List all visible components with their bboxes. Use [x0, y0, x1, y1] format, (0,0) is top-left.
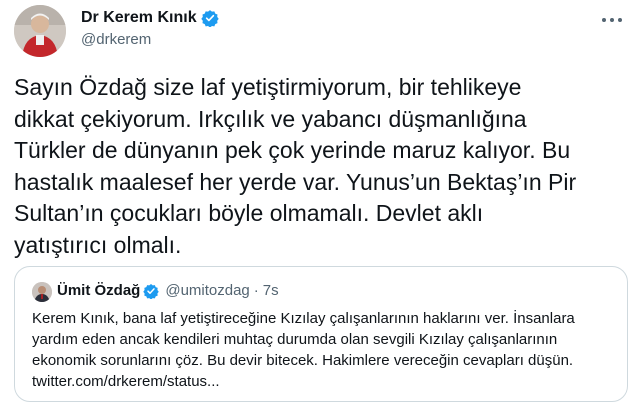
- more-options-icon[interactable]: [598, 10, 626, 30]
- author-name-row: Dr Kerem Kınık: [81, 9, 219, 28]
- author-avatar[interactable]: [14, 5, 66, 57]
- tweet-text: Sayın Özdağ size laf yetiştirmiyorum, bi…: [14, 74, 577, 258]
- tweet-card: Dr Kerem Kınık @drkerem Sayın Özdağ size…: [0, 0, 640, 407]
- verified-badge-icon: [143, 283, 160, 299]
- quoted-avatar-image: [32, 282, 52, 302]
- more-dot: [602, 18, 606, 22]
- more-dot: [610, 18, 614, 22]
- verified-badge-icon: [200, 9, 219, 28]
- more-dot: [618, 18, 622, 22]
- quoted-author-avatar[interactable]: [32, 282, 52, 302]
- quoted-timestamp[interactable]: 7s: [263, 282, 279, 299]
- author-display-name[interactable]: Dr Kerem Kınık: [81, 9, 197, 27]
- quoted-handle[interactable]: @umitozdag: [165, 282, 249, 299]
- quoted-display-name[interactable]: Ümit Özdağ: [57, 282, 140, 299]
- quoted-tweet[interactable]: Ümit Özdağ @umitozdag · 7s Kerem Kınık, …: [14, 266, 628, 402]
- quoted-header: Ümit Özdağ @umitozdag · 7s: [57, 282, 279, 299]
- quoted-tweet-text: Kerem Kınık, bana laf yetiştireceğine Kı…: [32, 310, 575, 390]
- author-handle[interactable]: @drkerem: [81, 31, 151, 48]
- author-avatar-image: [14, 5, 66, 57]
- quoted-separator: ·: [253, 282, 259, 299]
